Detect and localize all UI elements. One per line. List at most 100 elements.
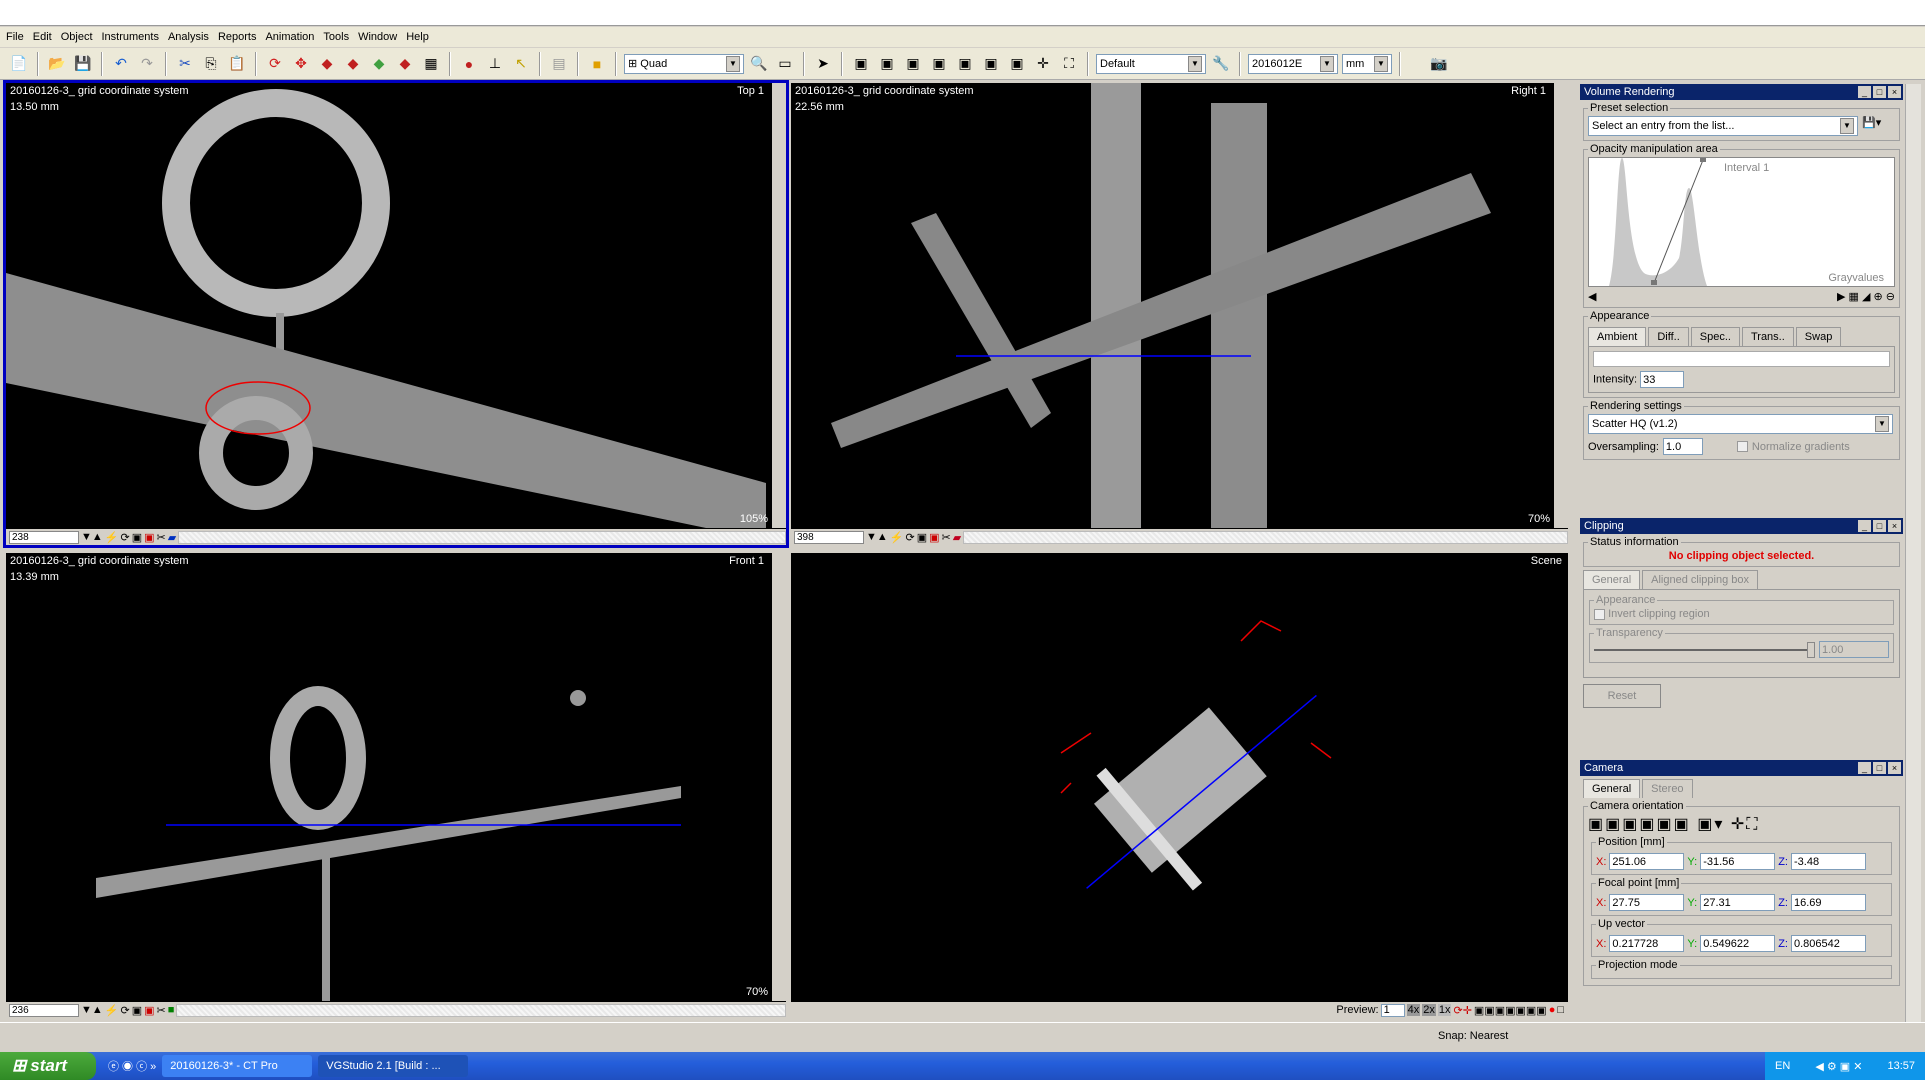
ambient-color-bar[interactable] bbox=[1593, 351, 1890, 367]
tray-icons[interactable]: ◀ ⚙ ▣ ✕ bbox=[1815, 1060, 1862, 1073]
slider-handle[interactable] bbox=[1807, 641, 1815, 658]
view-cubes-icon[interactable]: ▣▣▣▣▣▣▣ bbox=[1474, 1004, 1547, 1017]
minimize-icon[interactable]: _ bbox=[1858, 520, 1871, 532]
vertical-scrollbar[interactable] bbox=[1554, 83, 1568, 528]
dataset-combo[interactable]: 2016012E ▼ bbox=[1248, 53, 1338, 74]
up-x-input[interactable]: 0.217728 bbox=[1609, 935, 1685, 952]
minimize-icon[interactable]: _ bbox=[1858, 86, 1871, 98]
light-icon[interactable]: ⚡ bbox=[105, 531, 119, 544]
vertical-scrollbar[interactable] bbox=[772, 83, 786, 528]
ramp-icon[interactable]: ◢ bbox=[1862, 291, 1870, 303]
slice-number-input[interactable]: 238 bbox=[9, 530, 79, 544]
tab-stereo[interactable]: Stereo bbox=[1642, 779, 1693, 798]
menu-edit[interactable]: Edit bbox=[33, 31, 52, 43]
viewport-scene[interactable]: Scene Preview: 1 4x 2x 1x ⟳✛ ▣▣▣▣▣▣▣ ● □ bbox=[791, 553, 1568, 1018]
taskbar-item-vgstudio[interactable]: VGStudio 2.1 [Build : ... bbox=[318, 1055, 469, 1077]
menu-object[interactable]: Object bbox=[61, 31, 93, 43]
position-x-input[interactable]: 251.06 bbox=[1609, 853, 1685, 870]
start-button[interactable]: ⊞ start bbox=[0, 1052, 96, 1080]
menu-window[interactable]: Window bbox=[358, 31, 397, 43]
window-icon[interactable]: ▭ bbox=[774, 53, 796, 75]
menu-instruments[interactable]: Instruments bbox=[102, 31, 159, 43]
render-tools-icon[interactable]: ⟳✛ bbox=[1453, 1004, 1471, 1017]
view-front-icon[interactable]: ▣ bbox=[850, 53, 872, 75]
save-icon[interactable]: 💾 bbox=[72, 53, 94, 75]
color-icon[interactable]: ▣ bbox=[144, 1004, 154, 1017]
viewport-right[interactable]: 20160126-3_ grid coordinate system 22.56… bbox=[791, 83, 1568, 545]
maximize-icon[interactable]: □ bbox=[1873, 86, 1886, 98]
pan-icon[interactable]: ✛ bbox=[1731, 816, 1746, 833]
position-y-input[interactable]: -31.56 bbox=[1700, 853, 1776, 870]
scissors-icon[interactable]: ✂ bbox=[942, 531, 951, 544]
layout-combo[interactable]: ⊞ Quad ▼ bbox=[624, 53, 744, 74]
rotate-view-icon[interactable]: ⟳ bbox=[120, 531, 129, 544]
cut-object-3-icon[interactable]: ◆ bbox=[368, 53, 390, 75]
horizontal-scrollbar[interactable] bbox=[963, 530, 1568, 544]
tab-general[interactable]: General bbox=[1583, 779, 1641, 798]
fit-icon[interactable]: ⛶ bbox=[1746, 816, 1759, 833]
close-icon[interactable]: × bbox=[1888, 762, 1901, 774]
maximize-icon[interactable]: □ bbox=[1873, 520, 1886, 532]
panel-scrollbar[interactable] bbox=[1905, 84, 1921, 1022]
preview-input[interactable]: 1 bbox=[1380, 1003, 1405, 1017]
tab-general[interactable]: General bbox=[1583, 570, 1641, 589]
paste-icon[interactable]: 📋 bbox=[226, 53, 248, 75]
screenshot-icon[interactable]: ▣ bbox=[132, 531, 142, 544]
report-icon[interactable]: ▤ bbox=[548, 53, 570, 75]
quick-launch-icons[interactable]: ⓔ ◉ ⓒ » bbox=[108, 1058, 156, 1074]
view-bottom-icon[interactable]: ▣ bbox=[980, 53, 1002, 75]
close-icon[interactable]: × bbox=[1888, 86, 1901, 98]
transparency-input[interactable]: 1.00 bbox=[1819, 641, 1889, 658]
menu-analysis[interactable]: Analysis bbox=[168, 31, 209, 43]
tab-diffuse[interactable]: Diff.. bbox=[1648, 327, 1689, 346]
focal-z-input[interactable]: 16.69 bbox=[1790, 894, 1866, 911]
slice-number-input[interactable]: 236 bbox=[9, 1003, 79, 1017]
plane-icon[interactable]: ▰ bbox=[168, 531, 176, 544]
view-cube-icon[interactable]: ▣ bbox=[1605, 816, 1622, 833]
taskbar-item-ct-pro[interactable]: 20160126-3* - CT Pro bbox=[162, 1055, 313, 1077]
color-icon[interactable]: ▣ bbox=[929, 531, 939, 544]
save-preset-icon[interactable]: 💾▾ bbox=[1862, 116, 1881, 136]
tab-ambient[interactable]: Ambient bbox=[1588, 327, 1647, 346]
wrench-icon[interactable]: 🔧 bbox=[1210, 53, 1232, 75]
fit-icon[interactable]: ▦ bbox=[1849, 291, 1859, 303]
new-file-icon[interactable]: 📄 bbox=[8, 53, 30, 75]
preview-1x-button[interactable]: 1x bbox=[1437, 1004, 1452, 1016]
properties-icon[interactable]: ▦ bbox=[420, 53, 442, 75]
up-y-input[interactable]: 0.549622 bbox=[1700, 935, 1776, 952]
horizontal-scrollbar[interactable] bbox=[178, 530, 786, 544]
maximize-icon[interactable]: □ bbox=[1873, 762, 1886, 774]
horizontal-scrollbar[interactable] bbox=[176, 1003, 786, 1017]
scissors-icon[interactable]: ✂ bbox=[157, 531, 166, 544]
slice-stepper[interactable]: ▼▲ bbox=[81, 1004, 103, 1016]
view-cube-icon[interactable]: ▣ bbox=[1639, 816, 1656, 833]
language-indicator[interactable]: EN bbox=[1775, 1060, 1790, 1072]
preview-2x-button[interactable]: 2x bbox=[1422, 1004, 1436, 1016]
close-icon[interactable]: × bbox=[1888, 520, 1901, 532]
minimize-icon[interactable]: _ bbox=[1858, 762, 1871, 774]
light-icon[interactable]: ⚡ bbox=[105, 1004, 119, 1017]
plane-icon[interactable]: ■ bbox=[168, 1004, 175, 1016]
cut-icon[interactable]: ✂ bbox=[174, 53, 196, 75]
view-cube-icon[interactable]: ▣ bbox=[1588, 816, 1605, 833]
light-icon[interactable]: ⚡ bbox=[890, 531, 904, 544]
view-cube-icon[interactable]: ▣ bbox=[1674, 816, 1691, 833]
undo-icon[interactable]: ↶ bbox=[110, 53, 132, 75]
scissors-icon[interactable]: ✂ bbox=[157, 1004, 166, 1017]
menu-tools[interactable]: Tools bbox=[323, 31, 349, 43]
view-cube-icon[interactable]: ▣▾ bbox=[1697, 816, 1724, 833]
viewport-front[interactable]: 20160126-3_ grid coordinate system 13.39… bbox=[6, 553, 786, 1018]
zoom-view-icon[interactable]: 🔍 bbox=[748, 53, 770, 75]
menu-animation[interactable]: Animation bbox=[265, 31, 314, 43]
open-folder-icon[interactable]: 📂 bbox=[46, 53, 68, 75]
plane-icon[interactable]: ▰ bbox=[953, 531, 961, 544]
oversampling-input[interactable]: 1.0 bbox=[1662, 438, 1703, 455]
screenshot-icon[interactable]: ▣ bbox=[917, 531, 927, 544]
color-icon[interactable]: ▣ bbox=[144, 531, 154, 544]
object-cube-icon[interactable]: ■ bbox=[586, 53, 608, 75]
pointer-icon[interactable]: ➤ bbox=[812, 53, 834, 75]
select-tool-icon[interactable]: ↖ bbox=[510, 53, 532, 75]
view-back-icon[interactable]: ▣ bbox=[876, 53, 898, 75]
slice-stepper[interactable]: ▼▲ bbox=[866, 531, 888, 543]
scroll-left-icon[interactable]: ◀ bbox=[1588, 290, 1596, 303]
